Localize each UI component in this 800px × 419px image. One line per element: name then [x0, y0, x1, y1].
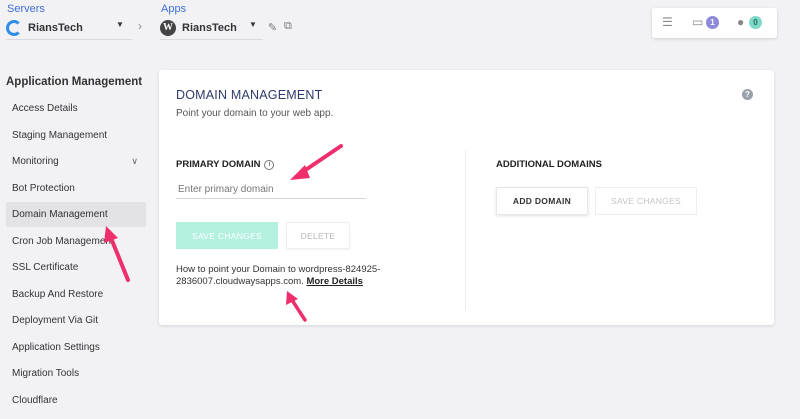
sidebar-item-cron-job-management[interactable]: Cron Job Management — [6, 229, 146, 254]
caret-down-icon[interactable]: ▼ — [249, 20, 257, 29]
wordpress-logo-icon: W — [160, 19, 176, 36]
server-name: RiansTech — [28, 21, 83, 34]
sidebar-item-domain-management[interactable]: Domain Management — [6, 202, 146, 227]
sidebar-item-migration-tools[interactable]: Migration Tools — [6, 361, 146, 386]
save-changes-button[interactable]: SAVE CHANGES — [176, 222, 278, 249]
top-bar: Servers RiansTech ▼ › Apps W RiansTech ▼… — [0, 0, 800, 50]
sidebar-item-backup-and-restore[interactable]: Backup And Restore — [6, 282, 146, 307]
sidebar-item-label: Monitoring — [12, 156, 59, 167]
help-icon[interactable]: ? — [742, 89, 753, 100]
sidebar-item-label: Staging Management — [12, 130, 108, 141]
external-link-icon[interactable]: ⧉ — [284, 20, 292, 33]
add-domain-button[interactable]: ADD DOMAIN — [496, 187, 588, 215]
sidebar-item-label: Backup And Restore — [12, 289, 104, 300]
more-details-link[interactable]: More Details — [306, 276, 363, 287]
additional-domains-label: ADDITIONAL DOMAINS — [496, 159, 602, 170]
primary-domain-label-text: PRIMARY DOMAIN — [176, 159, 261, 170]
sidebar-item-label: Cron Job Management — [12, 236, 114, 247]
pencil-icon[interactable]: ✎ — [268, 21, 277, 34]
folder-icon[interactable]: ▭ — [692, 15, 703, 29]
page-title: DOMAIN MANAGEMENT — [176, 88, 323, 102]
sidebar-item-staging-management[interactable]: Staging Management — [6, 123, 146, 148]
domain-help-text: How to point your Domain to wordpress-82… — [176, 264, 446, 288]
caret-down-icon[interactable]: ▼ — [116, 20, 124, 29]
sidebar-title: Application Management — [6, 76, 143, 88]
user-icon[interactable]: ● — [737, 15, 744, 29]
save-additional-domains-button[interactable]: SAVE CHANGES — [595, 187, 697, 215]
notification-badge[interactable]: 1 — [706, 16, 719, 29]
list-icon[interactable]: ☰ — [662, 15, 673, 29]
info-icon[interactable]: i — [264, 159, 275, 170]
sidebar-item-application-settings[interactable]: Application Settings — [6, 335, 146, 360]
primary-domain-label: PRIMARY DOMAIN i — [176, 159, 275, 170]
sidebar-item-deployment-via-git[interactable]: Deployment Via Git — [6, 308, 146, 333]
delete-button[interactable]: DELETE — [286, 222, 350, 249]
page-subtitle: Point your domain to your web app. — [176, 108, 334, 119]
sidebar-item-bot-protection[interactable]: Bot Protection — [6, 176, 146, 201]
sidebar-item-monitoring[interactable]: Monitoring ∨ — [6, 149, 146, 174]
servers-label: Servers — [7, 3, 45, 15]
primary-domain-input[interactable] — [176, 181, 366, 199]
chevron-down-icon[interactable]: ∨ — [131, 156, 138, 167]
chevron-right-icon: › — [138, 19, 142, 33]
sidebar-item-label: Application Settings — [12, 342, 100, 353]
sidebar-item-label: Domain Management — [12, 209, 108, 220]
sidebar-item-label: Access Details — [12, 103, 78, 114]
apps-label: Apps — [161, 3, 187, 15]
column-divider — [465, 150, 466, 310]
sidebar-item-label: Migration Tools — [12, 368, 80, 379]
sidebar-item-ssl-certificate[interactable]: SSL Certificate — [6, 255, 146, 280]
sidebar-item-label: Deployment Via Git — [12, 315, 98, 326]
sidebar-item-cloudflare[interactable]: Cloudflare — [6, 388, 146, 413]
sidebar-item-label: Cloudflare — [12, 395, 58, 406]
cloudways-logo-icon — [6, 19, 22, 36]
app-name: RiansTech — [182, 21, 237, 34]
server-selector[interactable]: RiansTech ▼ — [6, 16, 132, 40]
sidebar-item-label: Bot Protection — [12, 183, 75, 194]
user-badge[interactable]: 0 — [749, 16, 762, 29]
app-selector[interactable]: W RiansTech ▼ — [160, 16, 263, 40]
top-right-toolbar: ☰ ▭ 1 ● 0 — [652, 8, 777, 38]
domain-management-card: DOMAIN MANAGEMENT Point your domain to y… — [159, 70, 774, 325]
sidebar-item-access-details[interactable]: Access Details — [6, 96, 146, 121]
sidebar-item-label: SSL Certificate — [12, 262, 79, 273]
